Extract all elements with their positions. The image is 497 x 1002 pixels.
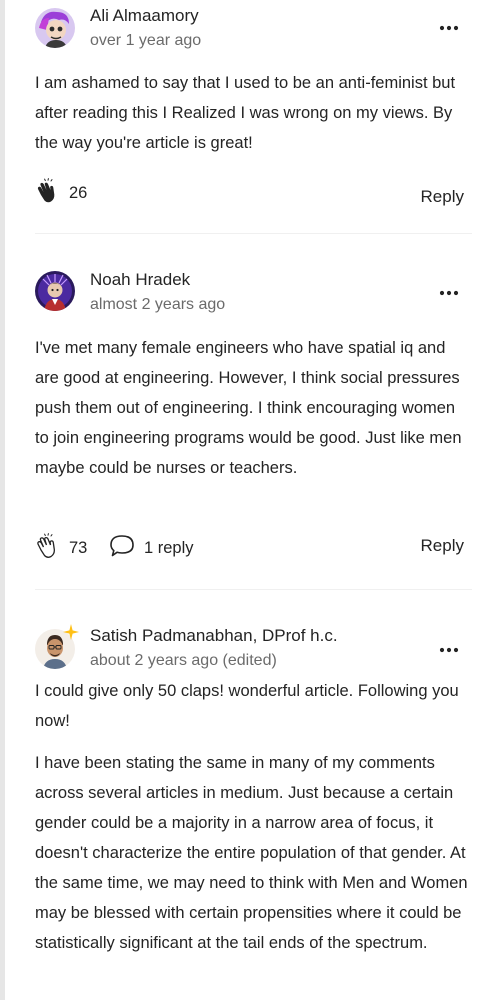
more-options-icon[interactable] xyxy=(438,286,460,298)
member-badge-icon xyxy=(63,624,79,640)
clap-button[interactable]: 73 xyxy=(35,533,87,564)
avatar[interactable] xyxy=(35,271,75,311)
comment-timestamp[interactable]: almost 2 years ago xyxy=(90,296,225,314)
clap-icon xyxy=(35,533,61,564)
comment-card: Ali Almaamory over 1 year ago I am asham… xyxy=(35,0,472,234)
comment-text: I've met many female engineers who have … xyxy=(35,339,462,477)
speech-bubble-icon xyxy=(108,533,136,564)
avatar[interactable] xyxy=(35,8,75,48)
comment-card: Noah Hradek almost 2 years ago I've met … xyxy=(35,234,472,590)
more-options-icon[interactable] xyxy=(438,643,460,655)
author-name[interactable]: Ali Almaamory xyxy=(90,6,199,26)
comment-header: Ali Almaamory over 1 year ago xyxy=(35,0,472,56)
comment-card: Satish Padmanabhan, DProf h.c. about 2 y… xyxy=(35,590,472,1002)
comment-actions: 26 Reply xyxy=(35,178,472,218)
comment-text: I could give only 50 claps! wonderful ar… xyxy=(35,682,459,730)
clap-count: 26 xyxy=(69,184,88,202)
comments-list: Ali Almaamory over 1 year ago I am asham… xyxy=(35,0,472,1002)
comment-header: Satish Padmanabhan, DProf h.c. about 2 y… xyxy=(35,590,472,669)
reply-count: 1 reply xyxy=(144,539,194,557)
comment-text: I have been stating the same in many of … xyxy=(35,754,468,952)
more-options-icon[interactable] xyxy=(438,21,460,33)
author-name[interactable]: Satish Padmanabhan, DProf h.c. xyxy=(90,626,338,646)
comment-timestamp[interactable]: about 2 years ago (edited) xyxy=(90,652,277,670)
clap-count: 73 xyxy=(69,539,88,557)
reply-button[interactable]: Reply xyxy=(421,187,464,207)
reply-button[interactable]: Reply xyxy=(421,536,464,556)
comment-header: Noah Hradek almost 2 years ago xyxy=(35,234,472,313)
comment-text: I am ashamed to say that I used to be an… xyxy=(35,74,456,152)
show-replies-button[interactable]: 1 reply xyxy=(108,533,194,564)
comment-timestamp[interactable]: over 1 year ago xyxy=(90,32,201,50)
left-rail xyxy=(0,0,5,1000)
author-name[interactable]: Noah Hradek xyxy=(90,270,190,290)
clap-button[interactable]: 26 xyxy=(35,178,87,209)
comment-actions: 73 1 reply Reply xyxy=(35,533,472,573)
clap-icon xyxy=(35,178,61,209)
